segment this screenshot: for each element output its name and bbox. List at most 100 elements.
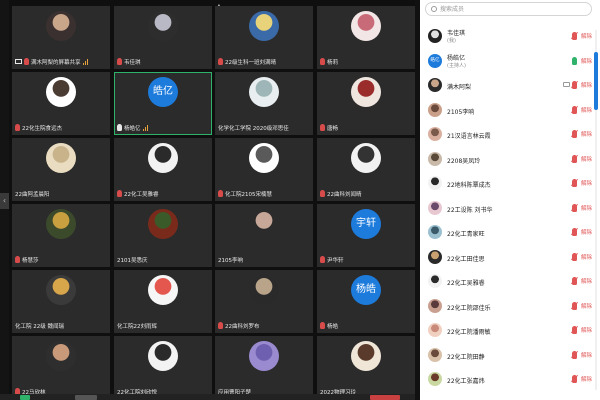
unmute-button[interactable]: 解除: [581, 351, 592, 359]
video-tile[interactable]: 化学化工学院 2020级邓思佳: [215, 72, 313, 135]
participant-row[interactable]: 满木阿梨 解除: [420, 75, 592, 97]
mic-button[interactable]: [20, 395, 30, 400]
participant-name: 2105李响: [218, 257, 243, 264]
participant-name: 22化工吴雅睿: [124, 191, 159, 198]
participant-name: 21汉语言林云霞: [447, 133, 491, 140]
unmute-button[interactable]: 解除: [581, 302, 592, 310]
unmute-button[interactable]: 解除: [581, 253, 592, 261]
video-tile[interactable]: 满木阿梨的屏幕共享: [12, 6, 110, 69]
unmute-button[interactable]: 解除: [581, 130, 592, 138]
tile-label: 化工院22刘雨辉: [117, 320, 209, 331]
search-input[interactable]: [440, 4, 580, 14]
participant-name: 杨皓亿: [447, 54, 466, 62]
video-tile[interactable]: 22化生院食远杰: [12, 72, 110, 135]
participant-name: 化工院2105宋楠慧: [225, 191, 272, 198]
video-tile[interactable]: 宇轩 尹华轩: [317, 204, 415, 267]
camera-button[interactable]: [75, 395, 97, 400]
unmute-button[interactable]: 解除: [581, 106, 592, 114]
mic-icon: [117, 124, 122, 131]
participant-name: 杨皓亿: [124, 125, 141, 132]
unmute-button[interactable]: 解除: [581, 57, 592, 65]
participant-name: 22化工吴雅睿: [447, 280, 485, 287]
video-tile[interactable]: 化工院22刘雨辉: [114, 270, 212, 333]
avatar: [249, 143, 279, 173]
avatar: [249, 11, 279, 41]
avatar: [46, 209, 76, 239]
mic-icon: [117, 58, 122, 65]
participant-scrollbar[interactable]: [594, 30, 598, 390]
participant-row[interactable]: 2208吴凤玲 解除: [420, 149, 592, 171]
tile-label: 2101吴悉庆: [117, 254, 209, 265]
participant-row[interactable]: 2105李响 解除: [420, 100, 592, 122]
video-tile[interactable]: 22曲科刘罗布: [215, 270, 313, 333]
participant-row[interactable]: 22化工院邵佳乐 解除: [420, 296, 592, 318]
avatar: [351, 143, 381, 173]
tile-label: 满木阿梨的屏幕共享: [15, 56, 107, 67]
unmute-button[interactable]: 解除: [581, 204, 592, 212]
screen-share-icon: [15, 59, 22, 64]
video-tile[interactable]: 皓亿 杨皓亿: [114, 72, 212, 135]
tile-label: 22曲科刘闻晴: [320, 188, 412, 199]
video-tile[interactable]: 唐畅: [317, 72, 415, 135]
unmute-button[interactable]: 解除: [581, 155, 592, 163]
mic-icon: [15, 124, 20, 131]
avatar: [46, 77, 76, 107]
participant-row[interactable]: 韦佳琪 (我) 解除: [420, 26, 592, 48]
video-tile[interactable]: 22化工院刘欣悦: [114, 336, 212, 399]
unmute-button[interactable]: 解除: [581, 277, 592, 285]
participant-row[interactable]: 22地科陈覃成杰 解除: [420, 173, 592, 195]
bottom-toolbar: [0, 394, 415, 400]
scroll-thumb[interactable]: [594, 52, 598, 110]
participant-row[interactable]: 21汉语言林云霞 解除: [420, 124, 592, 146]
participant-avatar: [428, 200, 442, 215]
video-tile[interactable]: 杨皓 杨皓: [317, 270, 415, 333]
video-tile[interactable]: 22马欣林: [12, 336, 110, 399]
unmute-button[interactable]: 解除: [581, 375, 592, 383]
video-tile[interactable]: 22曲阿孟晨阳: [12, 138, 110, 201]
participant-row[interactable]: 22工设陈 刘书华 解除: [420, 198, 592, 220]
participant-row[interactable]: 22化工吴雅睿 解除: [420, 271, 592, 293]
participant-name: 2101吴悉庆: [117, 257, 148, 264]
collapse-left-button[interactable]: ‹: [0, 193, 9, 209]
participant-avatar: [428, 249, 442, 264]
avatar: [249, 209, 279, 239]
video-tile[interactable]: 杨慧莎: [12, 204, 110, 267]
participant-avatar: [428, 29, 442, 43]
participant-avatar: [428, 102, 442, 117]
participant-role: (我): [447, 38, 456, 44]
leave-button[interactable]: [370, 395, 400, 400]
video-tile[interactable]: 化工院 22级 魏闻瑞: [12, 270, 110, 333]
video-tile[interactable]: 22曲科刘闻晴: [317, 138, 415, 201]
video-tile[interactable]: 化工院2105宋楠慧: [215, 138, 313, 201]
video-tile[interactable]: 应用曹阳子楚: [215, 336, 313, 399]
participant-row[interactable]: 22化工青家旺 解除: [420, 222, 592, 244]
participant-row[interactable]: 22化工田佳思 解除: [420, 247, 592, 269]
video-tile[interactable]: 22化工吴雅睿: [114, 138, 212, 201]
video-tile[interactable]: 2101吴悉庆: [114, 204, 212, 267]
video-tile[interactable]: 2105李响: [215, 204, 313, 267]
participant-name: 22化工院潘雨敏: [447, 329, 491, 336]
unmute-button[interactable]: 解除: [581, 228, 592, 236]
participant-avatar: [428, 225, 442, 239]
participant-name: 22曲阿孟晨阳: [15, 191, 50, 198]
unmute-button[interactable]: 解除: [581, 179, 592, 187]
participant-row[interactable]: 22化工张嘉炜 解除: [420, 369, 592, 391]
participant-avatar: [428, 78, 442, 92]
search-box[interactable]: [425, 2, 592, 16]
video-tile[interactable]: 2022物理习玲: [317, 336, 415, 399]
participant-row[interactable]: 22化工院潘雨敏 解除: [420, 320, 592, 342]
participant-avatar: [428, 151, 442, 166]
video-tile[interactable]: 杨莉: [317, 6, 415, 69]
video-tile[interactable]: 22级生科一班刘满晴: [215, 6, 313, 69]
participant-name: 满木阿梨的屏幕共享: [31, 59, 81, 66]
tile-label: 22化生院食远杰: [15, 122, 107, 133]
participant-avatar: [428, 127, 442, 141]
participant-name: 22工设陈 刘书华: [447, 206, 493, 214]
participant-row[interactable]: 22化工院田静 解除: [420, 345, 592, 367]
unmute-button[interactable]: 解除: [581, 32, 592, 40]
video-tile[interactable]: 韦佳琪: [114, 6, 212, 69]
unmute-button[interactable]: 解除: [581, 81, 592, 89]
participant-name: 22化生院食远杰: [22, 125, 62, 132]
unmute-button[interactable]: 解除: [581, 326, 592, 334]
participant-row[interactable]: 皓亿 杨皓亿 (主持人) 解除: [420, 51, 592, 73]
